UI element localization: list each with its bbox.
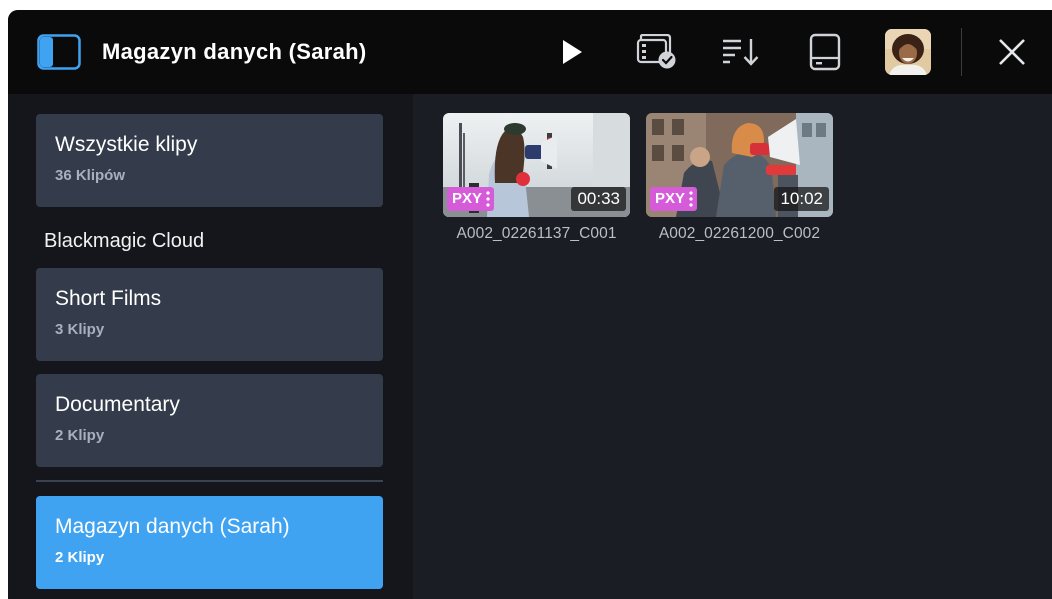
sidebar-item-local-storage[interactable]: Magazyn danych (Sarah) 2 Klipy (36, 496, 383, 589)
sidebar-divider (36, 480, 383, 482)
drive-icon (809, 33, 841, 71)
clip-tile[interactable]: PXY 10:02 A002_02261200_C002 (646, 113, 833, 243)
media-browser-window: Magazyn danych (Sarah) Wszystkie klipy 3… (8, 10, 1052, 599)
play-icon (563, 40, 582, 64)
clip-grid: PXY 00:33 A002_02261137_C001 PXY 10:02 A… (413, 94, 1052, 599)
play-button[interactable] (549, 30, 595, 74)
sidebar-item-label: Magazyn danych (Sarah) (55, 515, 290, 538)
sidebar-item-all-clips[interactable]: Wszystkie klipy 36 Klipów (36, 114, 383, 207)
clip-duration: 10:02 (774, 187, 829, 211)
sidebar-item-documentary[interactable]: Documentary 2 Klipy (36, 374, 383, 467)
header-bar: Magazyn danych (Sarah) (8, 10, 1052, 94)
sidebar-item-label: Wszystkie klipy (55, 133, 198, 156)
sidebar-item-count: 2 Klipy (55, 549, 105, 566)
clip-select-button[interactable] (632, 30, 678, 74)
sidebar-item-count: 36 Klipów (55, 167, 126, 184)
sidebar-item-label: Short Films (55, 287, 162, 310)
clip-thumbnail: PXY 00:33 (443, 113, 630, 217)
sidebar-item-count: 3 Klipy (55, 321, 105, 338)
storage-button[interactable] (802, 30, 848, 74)
sidebar-item-label: Documentary (55, 393, 180, 416)
clip-check-icon (636, 34, 676, 69)
sidebar-item-count: 2 Klipy (55, 427, 105, 444)
sort-icon (723, 39, 759, 66)
clip-thumbnail: PXY 10:02 (646, 113, 833, 217)
clip-duration: 00:33 (571, 187, 626, 211)
section-heading-blackmagic-cloud: Blackmagic Cloud (44, 230, 205, 252)
user-avatar[interactable] (885, 29, 931, 75)
clip-name: A002_02261137_C001 (456, 225, 617, 242)
close-icon (999, 39, 1025, 65)
sidebar-toggle-button[interactable] (37, 34, 81, 70)
clip-name: A002_02261200_C002 (658, 225, 821, 242)
sidebar: Wszystkie klipy 36 Klipów Blackmagic Clo… (8, 94, 413, 599)
sidebar-toggle-icon (37, 34, 81, 70)
header-divider (961, 28, 962, 76)
clip-tile[interactable]: PXY 00:33 A002_02261137_C001 (443, 113, 630, 243)
proxy-badge: PXY (650, 187, 698, 211)
more-options-icon[interactable] (689, 190, 694, 208)
sort-button[interactable] (718, 30, 764, 74)
more-options-icon[interactable] (486, 190, 491, 208)
user-avatar-image (885, 29, 931, 75)
close-button[interactable] (989, 30, 1035, 74)
page-title: Magazyn danych (Sarah) (102, 39, 367, 64)
proxy-badge: PXY (447, 187, 495, 211)
sidebar-item-short-films[interactable]: Short Films 3 Klipy (36, 268, 383, 361)
